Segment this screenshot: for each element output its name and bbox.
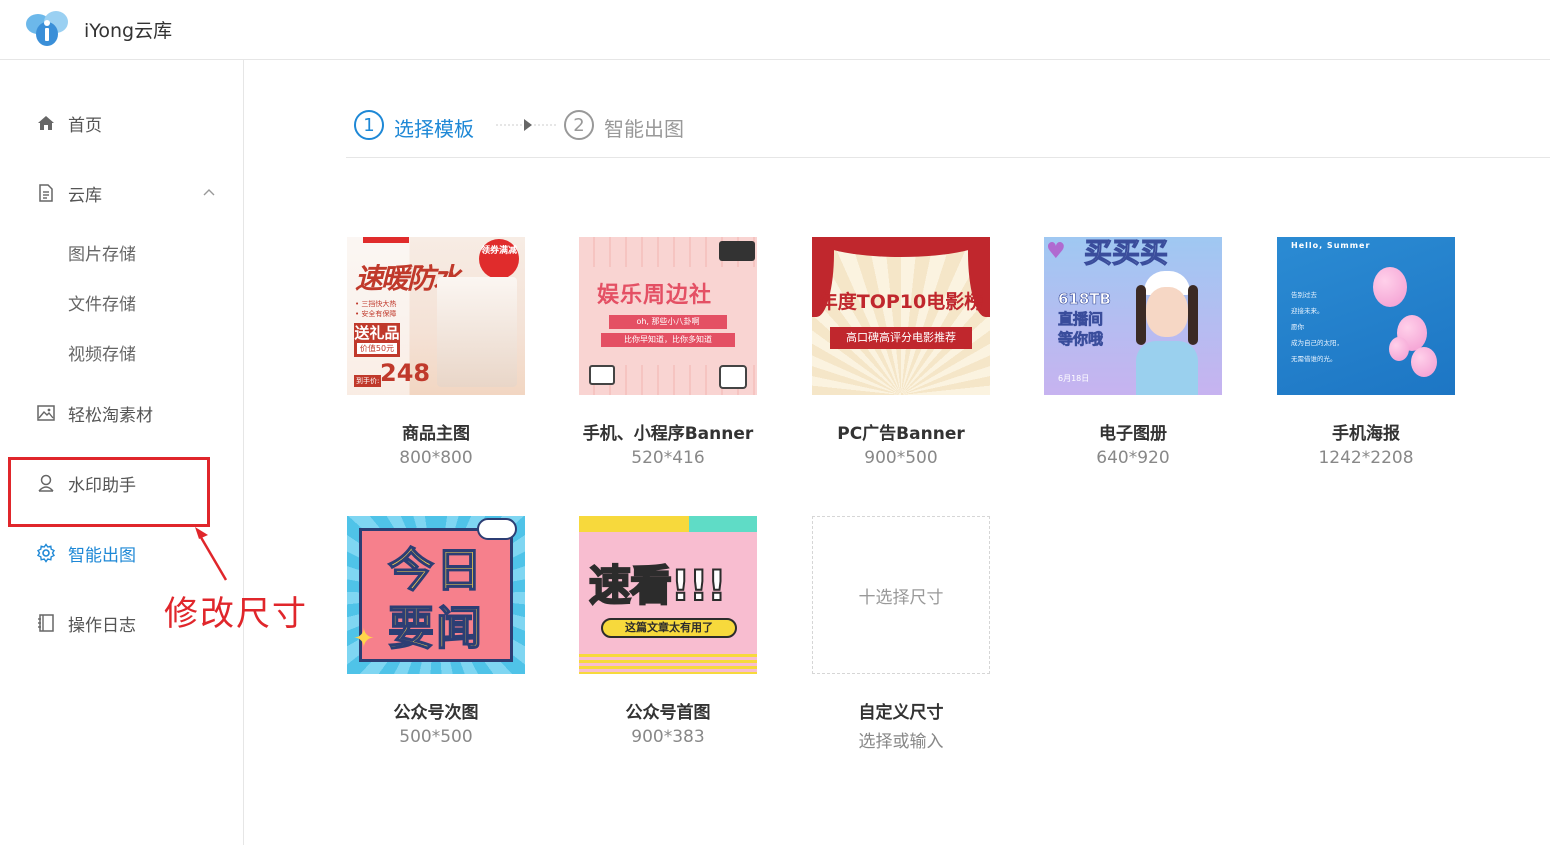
template-title: 公众号次图	[393, 703, 479, 723]
sidebar-item-materials[interactable]: 轻松淘素材	[0, 393, 243, 433]
thumb-bullet: • 安全有保障	[355, 310, 397, 318]
template-size: 500*500	[399, 727, 473, 747]
annotation-arrow-icon	[195, 527, 228, 581]
template-thumbnail[interactable]: 领券满减 速暖防水 • 三挡快大热 • 安全有保障 送礼品 价值50元 到手价:…	[347, 237, 525, 395]
template-title: 手机海报	[1332, 424, 1400, 444]
thumb-line: 无需借谁的光。	[1291, 355, 1337, 363]
thumb-gift-value: 价值50元	[357, 343, 397, 354]
template-size: 选择或输入	[858, 732, 944, 752]
thumb-line: 今日	[387, 542, 484, 598]
template-title: 商品主图	[402, 424, 470, 444]
template-title: 电子图册	[1099, 424, 1167, 444]
gear-icon	[36, 543, 56, 563]
template-thumbnail[interactable]: 今日 要闻 ✦	[347, 516, 525, 674]
thumb-side-text: 618TB	[1058, 290, 1112, 309]
select-size-button[interactable]: 十选择尺寸	[812, 516, 990, 674]
log-book-icon	[38, 614, 54, 632]
thumb-headline: 娱乐周边社	[597, 283, 713, 308]
template-title: 手机、小程序Banner	[582, 424, 754, 444]
thumb-gift: 送礼品	[354, 324, 400, 342]
thumb-line: 成为自己的太阳，	[1291, 339, 1343, 347]
step-2-label[interactable]: 智能出图	[604, 113, 684, 142]
thumb-headline: 年度TOP10电影榜	[818, 291, 984, 313]
thumb-subtitle: 这篇文章太有用了	[601, 618, 737, 638]
thumb-line: 比你早知道，比你多知道	[601, 333, 735, 347]
step-2-number: 2	[564, 110, 594, 140]
thumb-date: 6月18日	[1058, 374, 1090, 383]
sidebar-item-label: 智能出图	[68, 545, 136, 566]
home-icon	[38, 116, 54, 130]
thumb-header: Hello, Summer	[1291, 241, 1371, 250]
image-icon	[37, 405, 55, 421]
thumb-line: 愿你	[1291, 323, 1304, 331]
sidebar-item-cloud-library[interactable]: 云库	[0, 173, 243, 213]
step-1-label[interactable]: 选择模板	[394, 113, 474, 142]
template-thumbnail[interactable]: Hello, Summer 告别过去 迎接未来。 愿你 成为自己的太阳， 无需借…	[1277, 237, 1455, 395]
sidebar-item-label: 首页	[68, 115, 102, 136]
top-bar: iYong云库	[0, 0, 1550, 60]
thumb-ribbon: 高口碑高评分电影推荐	[830, 327, 972, 349]
thumb-line: 要闻	[387, 600, 484, 656]
thumb-line: 告别过去	[1291, 291, 1317, 299]
sidebar-item-label: 操作日志	[68, 615, 136, 636]
sidebar-subitem-files[interactable]: 文件存储	[68, 290, 136, 315]
template-thumbnail[interactable]: 买买买 ♥ 618TB 直播间 等你哦 6月18日	[1044, 237, 1222, 395]
thumb-price: 248	[380, 359, 431, 387]
template-size: 520*416	[631, 448, 705, 468]
template-thumbnail[interactable]: 年度TOP10电影榜 高口碑高评分电影推荐	[812, 237, 990, 395]
thumb-side-text: 等你哦	[1058, 330, 1104, 349]
step-1-number: 1	[354, 110, 384, 140]
annotation-text: 修改尺寸	[164, 594, 308, 634]
annotation-highlight-box	[8, 457, 210, 527]
template-title: PC广告Banner	[837, 424, 965, 444]
thumb-headline: 速看!!!	[588, 560, 727, 611]
app-logo	[26, 11, 68, 46]
thumb-price-label: 到手价:	[354, 375, 382, 387]
sidebar-subitem-videos[interactable]: 视频存储	[68, 340, 136, 365]
document-icon	[39, 184, 53, 202]
sidebar: 首页 云库 图片存储 文件存储 视频存储 轻松淘素材 水印助手 智能出图 操作日…	[0, 60, 244, 845]
template-size: 800*800	[399, 448, 473, 468]
step-arrow-icon	[496, 119, 558, 131]
template-thumbnail[interactable]: 速看!!! 这篇文章太有用了	[579, 516, 757, 674]
template-thumbnail[interactable]: 娱乐周边社 oh, 那些小八卦啊 比你早知道，比你多知道	[579, 237, 757, 395]
thumb-side-text: 直播间	[1058, 310, 1104, 329]
template-size: 1242*2208	[1318, 448, 1414, 468]
chevron-up-icon[interactable]	[202, 185, 216, 199]
app-title: iYong云库	[84, 20, 173, 42]
template-title: 公众号首图	[625, 703, 711, 723]
template-title: 自定义尺寸	[858, 703, 944, 723]
sidebar-item-label: 云库	[68, 185, 102, 206]
template-size: 900*383	[631, 727, 705, 747]
thumb-line: 迎接未来。	[1291, 307, 1324, 315]
sidebar-subitem-images[interactable]: 图片存储	[68, 240, 136, 265]
sidebar-item-home[interactable]: 首页	[0, 103, 243, 143]
thumb-bullet: • 三挡快大热	[355, 300, 397, 308]
sidebar-item-label: 轻松淘素材	[68, 405, 153, 426]
template-size: 640*920	[1096, 448, 1170, 468]
thumb-line: oh, 那些小八卦啊	[609, 315, 727, 329]
template-size: 900*500	[864, 448, 938, 468]
promo-badge: 领券满减	[479, 239, 519, 279]
step-indicator: 1 选择模板 2 智能出图	[346, 96, 1550, 158]
